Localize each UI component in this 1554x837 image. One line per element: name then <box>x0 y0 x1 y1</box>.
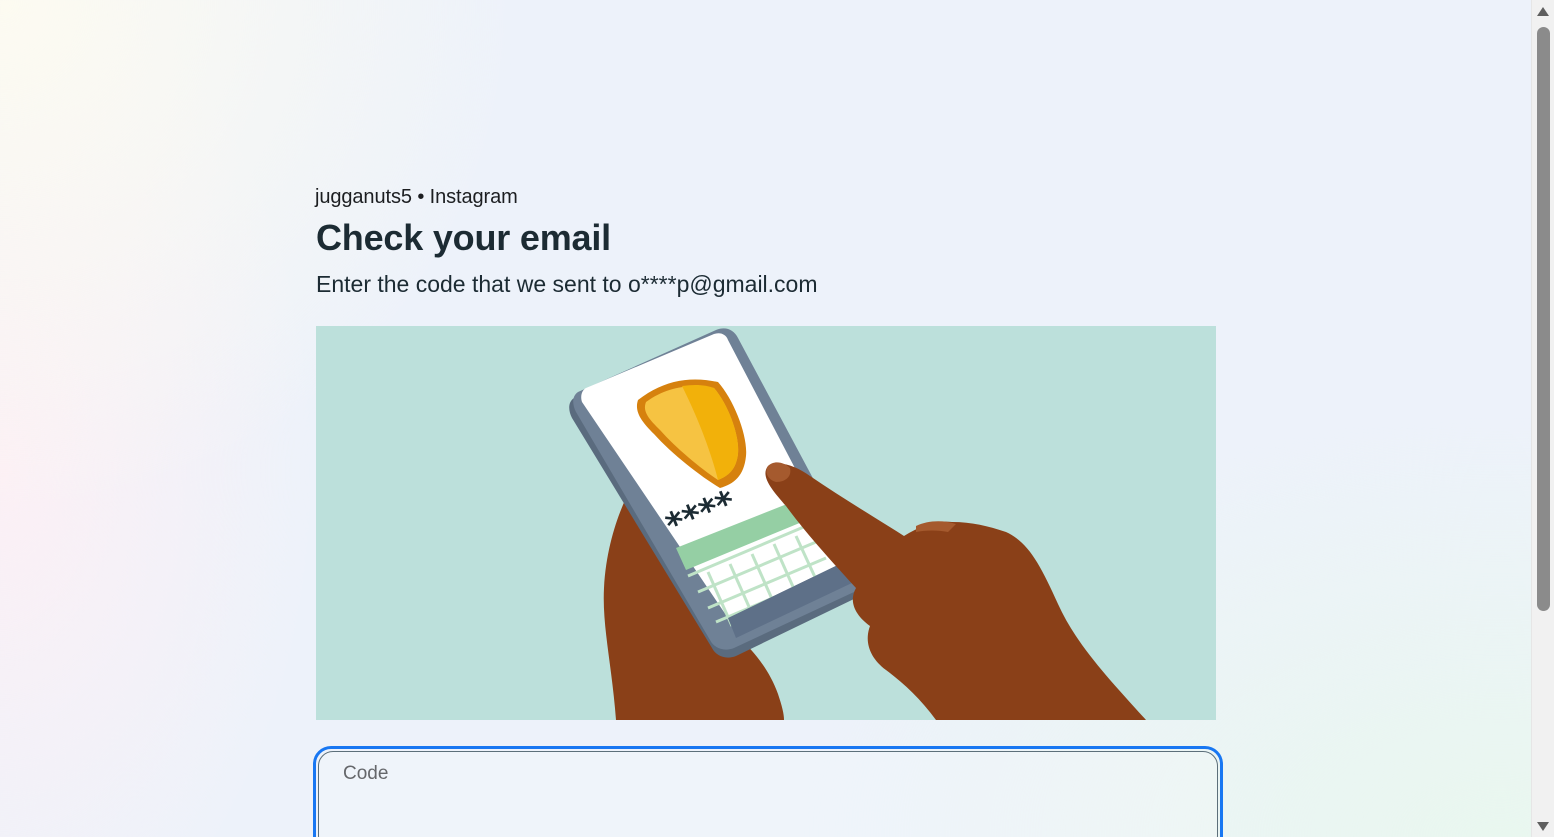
check-email-page: jugganuts5 • Instagram Check your email … <box>0 0 1531 837</box>
scrollbar-thumb[interactable] <box>1537 27 1550 611</box>
code-field-focus-ring: Code <box>313 746 1223 837</box>
page-subtitle: Enter the code that we sent to o****p@gm… <box>316 271 818 297</box>
content-column: jugganuts5 • Instagram Check your email … <box>313 183 1223 837</box>
scroll-up-arrow-icon[interactable] <box>1537 7 1549 16</box>
phone-security-code-illustration: **** <box>316 326 1216 720</box>
illustration-svg: **** <box>316 326 1216 720</box>
code-input[interactable] <box>319 752 1217 837</box>
account-line: jugganuts5 • Instagram <box>315 186 518 208</box>
vertical-scrollbar[interactable] <box>1531 0 1554 837</box>
page-title: Check your email <box>316 217 611 258</box>
code-field[interactable]: Code <box>318 751 1218 837</box>
scroll-down-arrow-icon[interactable] <box>1537 822 1549 831</box>
